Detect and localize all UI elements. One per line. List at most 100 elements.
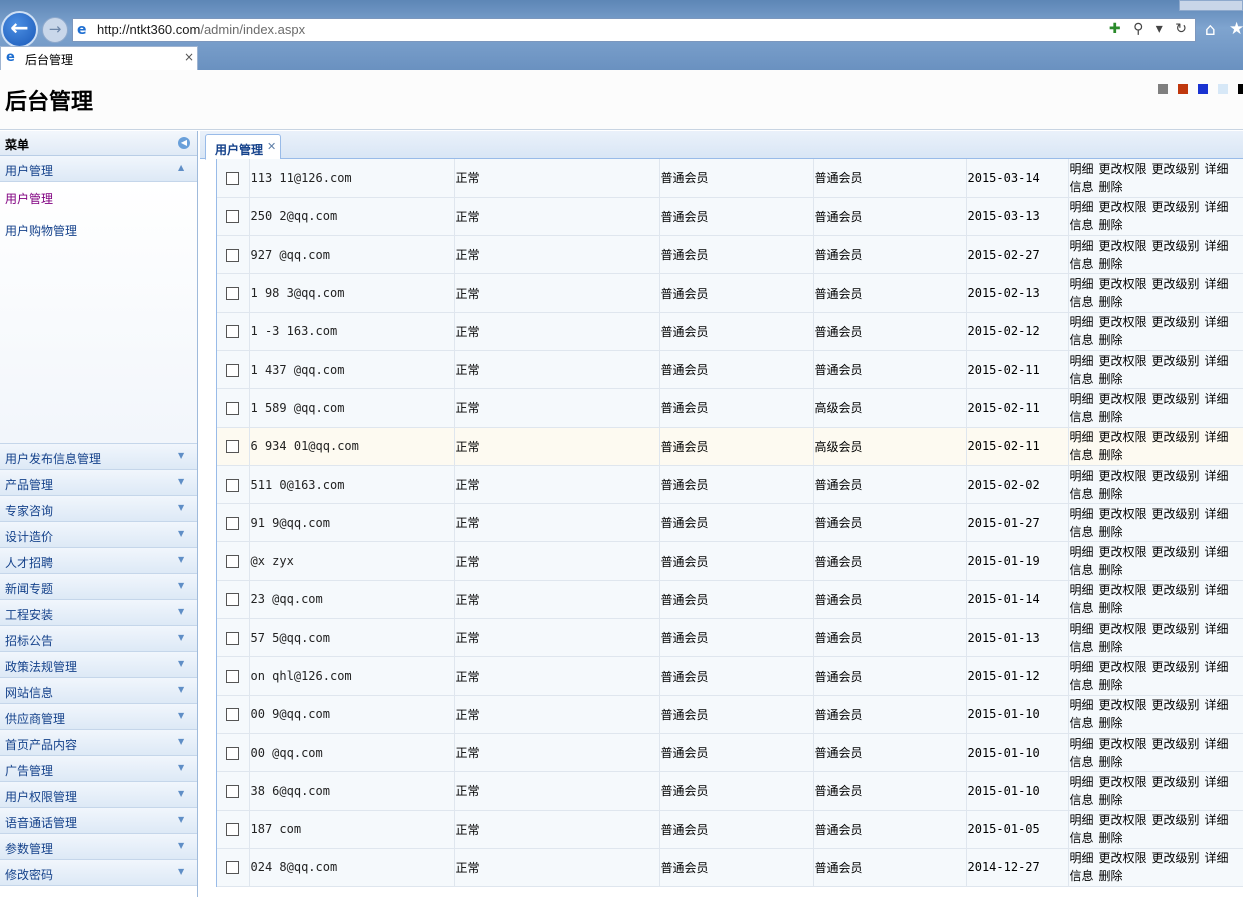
action-detail-link[interactable]: 明细	[1070, 622, 1094, 636]
favorites-star-icon[interactable]: ★	[1229, 19, 1243, 39]
action-change-permission-link[interactable]: 更改权限	[1099, 392, 1147, 406]
action-detail-link[interactable]: 明细	[1070, 354, 1094, 368]
sidebar-group[interactable]: 设计造价 ▼	[0, 522, 197, 548]
action-change-level-link[interactable]: 更改级别	[1152, 660, 1200, 674]
action-change-permission-link[interactable]: 更改权限	[1099, 775, 1147, 789]
action-info-link[interactable]: 信息	[1070, 563, 1094, 577]
action-change-permission-link[interactable]: 更改权限	[1099, 469, 1147, 483]
row-checkbox[interactable]	[226, 171, 240, 185]
action-details-link[interactable]: 详细	[1205, 851, 1229, 865]
action-change-level-link[interactable]: 更改级别	[1152, 277, 1200, 291]
action-info-link[interactable]: 信息	[1070, 831, 1094, 845]
action-detail-link[interactable]: 明细	[1070, 239, 1094, 253]
browser-tab[interactable]: e 后台管理 ×	[0, 46, 198, 70]
action-info-link[interactable]: 信息	[1070, 601, 1094, 615]
action-change-level-link[interactable]: 更改级别	[1152, 469, 1200, 483]
action-change-permission-link[interactable]: 更改权限	[1099, 698, 1147, 712]
theme-swatch[interactable]	[1238, 84, 1243, 94]
action-info-link[interactable]: 信息	[1070, 716, 1094, 730]
action-change-permission-link[interactable]: 更改权限	[1099, 315, 1147, 329]
action-delete-link[interactable]: 删除	[1099, 716, 1123, 730]
sidebar-group[interactable]: 用户发布信息管理 ▼	[0, 444, 197, 470]
action-delete-link[interactable]: 删除	[1099, 755, 1123, 769]
action-change-permission-link[interactable]: 更改权限	[1099, 622, 1147, 636]
action-info-link[interactable]: 信息	[1070, 180, 1094, 194]
theme-swatch[interactable]	[1178, 84, 1188, 94]
row-checkbox[interactable]	[226, 555, 240, 569]
action-delete-link[interactable]: 删除	[1099, 487, 1123, 501]
action-details-link[interactable]: 详细	[1205, 545, 1229, 559]
action-delete-link[interactable]: 删除	[1099, 640, 1123, 654]
action-detail-link[interactable]: 明细	[1070, 737, 1094, 751]
action-delete-link[interactable]: 删除	[1099, 295, 1123, 309]
action-details-link[interactable]: 详细	[1205, 200, 1229, 214]
action-delete-link[interactable]: 删除	[1099, 180, 1123, 194]
action-change-level-link[interactable]: 更改级别	[1152, 622, 1200, 636]
sidebar-group[interactable]: 新闻专题 ▼	[0, 574, 197, 600]
action-change-level-link[interactable]: 更改级别	[1152, 315, 1200, 329]
action-details-link[interactable]: 详细	[1205, 469, 1229, 483]
action-delete-link[interactable]: 删除	[1099, 410, 1123, 424]
action-details-link[interactable]: 详细	[1205, 430, 1229, 444]
action-details-link[interactable]: 详细	[1205, 583, 1229, 597]
action-details-link[interactable]: 详细	[1205, 354, 1229, 368]
sidebar-group[interactable]: 政策法规管理 ▼	[0, 652, 197, 678]
action-delete-link[interactable]: 删除	[1099, 601, 1123, 615]
action-detail-link[interactable]: 明细	[1070, 200, 1094, 214]
row-checkbox[interactable]	[226, 823, 240, 837]
sidebar-group[interactable]: 参数管理 ▼	[0, 834, 197, 860]
sidebar-group[interactable]: 用户权限管理 ▼	[0, 782, 197, 808]
sidebar-group[interactable]: 供应商管理 ▼	[0, 704, 197, 730]
forward-button[interactable]: →	[42, 17, 68, 43]
action-details-link[interactable]: 详细	[1205, 392, 1229, 406]
action-details-link[interactable]: 详细	[1205, 162, 1229, 176]
action-change-level-link[interactable]: 更改级别	[1152, 507, 1200, 521]
row-checkbox[interactable]	[226, 248, 240, 262]
action-info-link[interactable]: 信息	[1070, 257, 1094, 271]
action-delete-link[interactable]: 删除	[1099, 869, 1123, 883]
action-change-level-link[interactable]: 更改级别	[1152, 430, 1200, 444]
sidebar-group[interactable]: 网站信息 ▼	[0, 678, 197, 704]
refresh-icon[interactable]: ↻	[1175, 21, 1187, 37]
action-details-link[interactable]: 详细	[1205, 775, 1229, 789]
action-change-level-link[interactable]: 更改级别	[1152, 583, 1200, 597]
row-checkbox[interactable]	[226, 516, 240, 530]
action-info-link[interactable]: 信息	[1070, 678, 1094, 692]
action-details-link[interactable]: 详细	[1205, 698, 1229, 712]
row-checkbox[interactable]	[226, 593, 240, 607]
address-bar[interactable]: e http://ntkt360.com/admin/index.aspx ✚ …	[72, 18, 1196, 42]
action-change-level-link[interactable]: 更改级别	[1152, 813, 1200, 827]
row-checkbox[interactable]	[226, 478, 240, 492]
sidebar-group[interactable]: 产品管理 ▼	[0, 470, 197, 496]
action-change-permission-link[interactable]: 更改权限	[1099, 583, 1147, 597]
search-icon[interactable]: ⚲	[1133, 21, 1143, 37]
action-details-link[interactable]: 详细	[1205, 660, 1229, 674]
action-change-level-link[interactable]: 更改级别	[1152, 239, 1200, 253]
row-checkbox[interactable]	[226, 670, 240, 683]
action-delete-link[interactable]: 删除	[1099, 448, 1123, 462]
sidebar-group[interactable]: 首页产品内容 ▼	[0, 730, 197, 756]
action-change-permission-link[interactable]: 更改权限	[1099, 660, 1147, 674]
action-info-link[interactable]: 信息	[1070, 755, 1094, 769]
action-details-link[interactable]: 详细	[1205, 239, 1229, 253]
action-detail-link[interactable]: 明细	[1070, 162, 1094, 176]
action-detail-link[interactable]: 明细	[1070, 851, 1094, 865]
action-details-link[interactable]: 详细	[1205, 277, 1229, 291]
theme-swatch[interactable]	[1198, 84, 1208, 94]
action-details-link[interactable]: 详细	[1205, 622, 1229, 636]
action-detail-link[interactable]: 明细	[1070, 507, 1094, 521]
action-change-permission-link[interactable]: 更改权限	[1099, 430, 1147, 444]
action-info-link[interactable]: 信息	[1070, 295, 1094, 309]
action-details-link[interactable]: 详细	[1205, 315, 1229, 329]
action-change-permission-link[interactable]: 更改权限	[1099, 162, 1147, 176]
action-change-level-link[interactable]: 更改级别	[1152, 162, 1200, 176]
sidebar-group[interactable]: 工程安装 ▼	[0, 600, 197, 626]
row-checkbox[interactable]	[226, 401, 240, 415]
action-info-link[interactable]: 信息	[1070, 525, 1094, 539]
close-tab-icon[interactable]: ✕	[267, 140, 276, 153]
action-detail-link[interactable]: 明细	[1070, 775, 1094, 789]
address-url[interactable]: http://ntkt360.com/admin/index.aspx	[97, 22, 305, 37]
window-controls[interactable]	[1179, 0, 1243, 11]
row-checkbox[interactable]	[226, 746, 240, 760]
action-detail-link[interactable]: 明细	[1070, 698, 1094, 712]
